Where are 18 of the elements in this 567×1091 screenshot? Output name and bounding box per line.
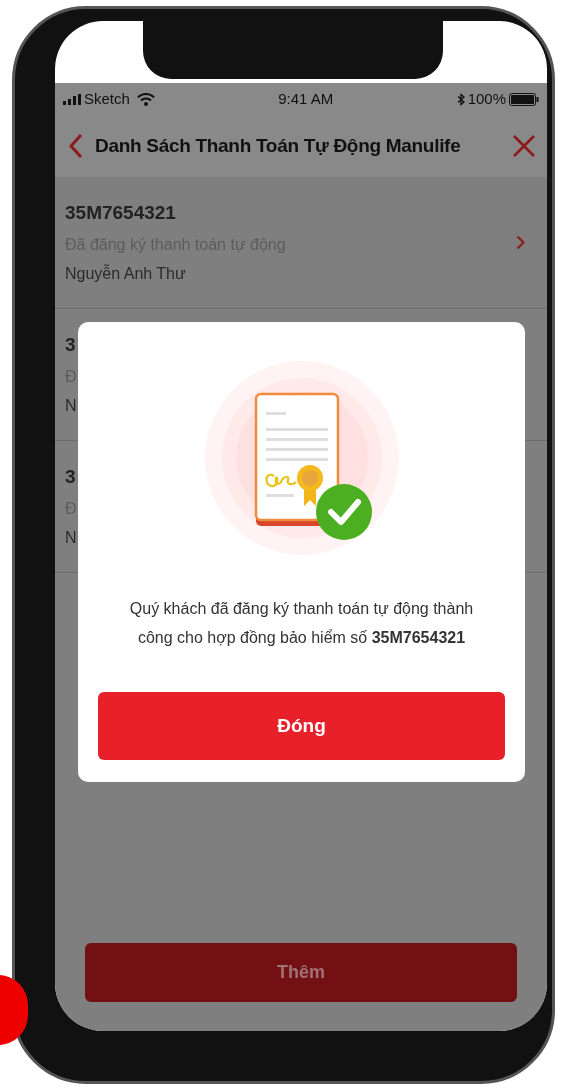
chevron-icon: [516, 235, 525, 250]
policy-number: 3: [65, 465, 77, 490]
close-dialog-button[interactable]: Đóng: [98, 692, 505, 760]
signal-icon: [63, 93, 81, 105]
policy-holder: N: [65, 395, 77, 416]
policy-holder: Nguyễn Anh Thư: [65, 263, 187, 284]
policy-number: 35M7654321: [65, 201, 177, 226]
add-button[interactable]: Thêm: [85, 943, 517, 1002]
policy-holder: N: [65, 527, 77, 548]
battery-percent: 100%: [467, 88, 506, 109]
policy-number: 3: [65, 333, 77, 358]
carrier-name: Sketch: [84, 88, 130, 109]
page-title: Danh Sách Thanh Toán Tự Động Manulife: [95, 133, 462, 158]
bluetooth-icon: [456, 92, 465, 106]
battery-icon: [509, 92, 539, 106]
success-message: Quý khách đã đăng ký thanh toán tự động thành công cho hợp đồng bảo hiểm số 35M7654321: [128, 599, 475, 648]
wifi-icon: [136, 92, 155, 106]
status-time: 9:41 AM: [278, 88, 334, 109]
